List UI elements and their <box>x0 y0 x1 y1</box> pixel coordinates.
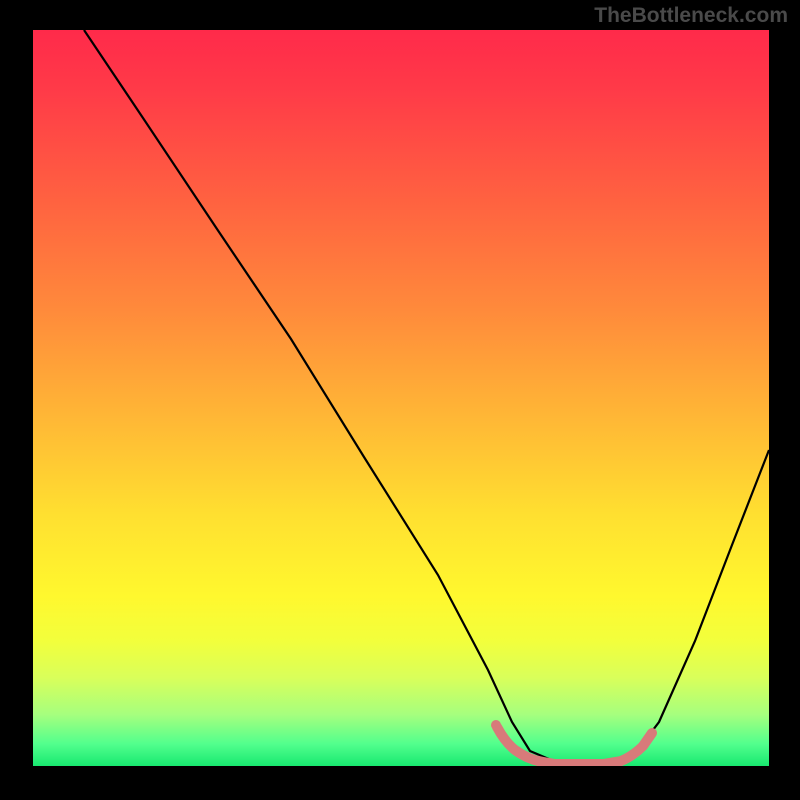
optimal-band <box>497 727 652 764</box>
watermark-text: TheBottleneck.com <box>594 4 788 28</box>
curve-svg <box>33 30 769 766</box>
bottleneck-curve <box>84 30 769 765</box>
highlight-dot-left <box>491 720 501 730</box>
plot-area <box>33 30 769 766</box>
chart-container: TheBottleneck.com <box>0 0 800 800</box>
